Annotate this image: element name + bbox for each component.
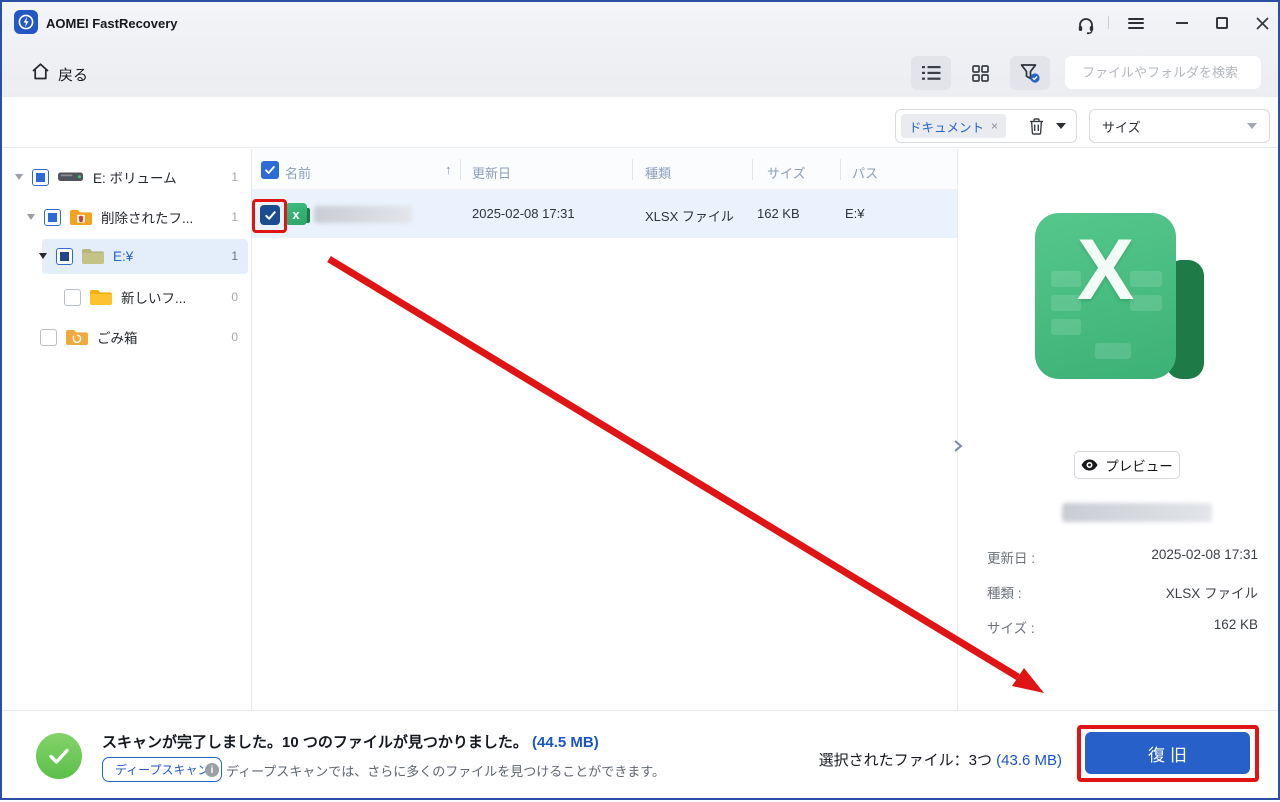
scan-message-text: スキャンが完了しました。10 つのファイルが見つかりました。 bbox=[102, 734, 528, 751]
tree-count: 0 bbox=[231, 330, 238, 344]
sidebar-item-e-root[interactable]: E:¥ 1 bbox=[2, 239, 252, 273]
selected-files-size: (43.6 MB) bbox=[996, 752, 1062, 769]
chip-remove-icon[interactable]: × bbox=[991, 119, 998, 133]
scan-complete-check-icon bbox=[36, 733, 82, 779]
deleted-folder-icon bbox=[69, 207, 93, 227]
size-filter-dropdown[interactable]: サイズ bbox=[1089, 109, 1270, 143]
filter-tags-group: ドキュメント × bbox=[895, 109, 1077, 143]
clear-filters-trash-icon[interactable] bbox=[1029, 117, 1044, 135]
recycle-folder-icon bbox=[65, 327, 89, 347]
list-view-button[interactable] bbox=[911, 56, 951, 90]
row-type: XLSX ファイル bbox=[645, 209, 734, 224]
back-button[interactable]: 戻る bbox=[58, 64, 88, 85]
tree-caret-icon[interactable] bbox=[27, 214, 35, 220]
filter-chip-document[interactable]: ドキュメント × bbox=[901, 114, 1007, 138]
column-header-size[interactable]: サイズ bbox=[767, 163, 806, 182]
tree-count: 1 bbox=[231, 249, 238, 263]
recover-button[interactable]: 復旧 bbox=[1085, 732, 1250, 774]
scan-status-message: スキャンが完了しました。10 つのファイルが見つかりました。 (44.5 MB) bbox=[102, 731, 599, 752]
tree-label: ごみ箱 bbox=[97, 331, 138, 346]
home-icon[interactable] bbox=[26, 58, 54, 84]
row-size: 162 KB bbox=[757, 206, 800, 221]
tree-count: 1 bbox=[231, 170, 238, 184]
size-dropdown-caret-icon bbox=[1247, 123, 1257, 129]
app-logo-icon bbox=[14, 10, 38, 34]
filter-row-bg bbox=[2, 97, 1278, 148]
search-input[interactable] bbox=[1082, 65, 1258, 80]
titlebar-separator bbox=[1108, 16, 1109, 29]
close-button[interactable] bbox=[1248, 10, 1276, 36]
scan-total-size: (44.5 MB) bbox=[532, 734, 599, 751]
sort-ascending-icon[interactable]: ↑ bbox=[445, 162, 452, 177]
sidebar-item-recycle-bin[interactable]: ごみ箱 0 bbox=[2, 320, 252, 354]
excel-x-letter: X bbox=[1076, 222, 1135, 318]
detail-label-modified: 更新日 : bbox=[987, 551, 1036, 566]
selected-files-text: 選択されたファイル：3つ bbox=[818, 752, 992, 769]
info-icon: i bbox=[205, 763, 219, 777]
detail-value-type: XLSX ファイル bbox=[1165, 586, 1258, 601]
tree-checkbox-recycle[interactable] bbox=[40, 328, 57, 346]
minimize-button[interactable] bbox=[1168, 10, 1196, 36]
support-headset-button[interactable] bbox=[1072, 12, 1100, 38]
folder-icon bbox=[89, 287, 113, 307]
filter-chip-label: ドキュメント bbox=[909, 120, 985, 135]
column-header-path[interactable]: パス bbox=[852, 163, 878, 182]
search-box[interactable] bbox=[1064, 55, 1262, 90]
eye-icon bbox=[1081, 459, 1098, 471]
list-view-icon bbox=[921, 66, 940, 80]
grid-view-button[interactable] bbox=[960, 56, 1000, 90]
sidebar-item-new-folder[interactable]: 新しいフ... 0 bbox=[2, 280, 252, 314]
row-modified: 2025-02-08 17:31 bbox=[472, 206, 575, 221]
menu-button[interactable] bbox=[1122, 10, 1150, 36]
preview-button[interactable]: プレビュー bbox=[1074, 451, 1180, 479]
redacted-filename bbox=[314, 206, 412, 223]
sidebar-item-deleted-files[interactable]: 削除されたフ... 1 bbox=[2, 200, 252, 234]
tree-label: 新しいフ... bbox=[121, 291, 187, 306]
row-path: E:¥ bbox=[845, 206, 865, 221]
filter-button[interactable] bbox=[1010, 56, 1050, 90]
tree-checkbox-e-volume[interactable] bbox=[32, 168, 49, 186]
detail-label-size: サイズ : bbox=[987, 621, 1035, 636]
detail-label-type: 種類 : bbox=[987, 586, 1022, 601]
tree-label: 削除されたフ... bbox=[101, 211, 194, 226]
drive-icon bbox=[57, 168, 85, 186]
tree-checkbox-new-folder[interactable] bbox=[64, 288, 81, 306]
app-window: AOMEI FastRecovery 戻る ファイルやフォルダを検索 ドキュメン… bbox=[0, 0, 1280, 800]
tree-caret-icon[interactable] bbox=[39, 253, 47, 259]
tree-checkbox-deleted[interactable] bbox=[44, 208, 61, 226]
maximize-button[interactable] bbox=[1208, 10, 1236, 36]
tree-count: 1 bbox=[231, 210, 238, 224]
preview-button-label: プレビュー bbox=[1105, 459, 1173, 474]
panel-collapse-chevron-icon[interactable] bbox=[953, 439, 969, 459]
detail-value-size: 162 KB bbox=[1213, 617, 1258, 632]
row-checkbox[interactable] bbox=[260, 205, 280, 225]
detail-value-modified: 2025-02-08 17:31 bbox=[1151, 547, 1258, 562]
tree-label: E: ボリューム bbox=[93, 171, 177, 186]
filter-icon bbox=[1020, 63, 1040, 83]
select-all-checkbox[interactable] bbox=[261, 161, 279, 179]
tree-count: 0 bbox=[231, 290, 238, 304]
tree-label: E:¥ bbox=[113, 248, 134, 264]
xlsx-file-icon: x bbox=[285, 203, 310, 225]
redacted-preview-filename bbox=[1062, 503, 1212, 522]
app-title: AOMEI FastRecovery bbox=[46, 16, 178, 31]
column-header-modified[interactable]: 更新日 bbox=[472, 163, 511, 182]
sidebar-item-e-volume[interactable]: E: ボリューム 1 bbox=[2, 160, 252, 194]
filter-dropdown-caret-icon[interactable] bbox=[1056, 123, 1066, 129]
column-header-name[interactable]: 名前 bbox=[285, 163, 311, 182]
size-filter-label: サイズ bbox=[1102, 119, 1141, 135]
tree-checkbox-e-root[interactable] bbox=[56, 247, 73, 265]
folder-icon bbox=[81, 246, 105, 266]
grid-view-icon bbox=[971, 64, 989, 82]
deep-scan-hint: ディープスキャンでは、さらに多くのファイルを見つけることができます。 bbox=[226, 764, 666, 779]
column-header-type[interactable]: 種類 bbox=[645, 163, 671, 182]
tree-caret-icon[interactable] bbox=[15, 174, 23, 180]
excel-preview-icon: X bbox=[1035, 213, 1176, 379]
selected-files-summary: 選択されたファイル：3つ (43.6 MB) bbox=[802, 749, 1062, 770]
